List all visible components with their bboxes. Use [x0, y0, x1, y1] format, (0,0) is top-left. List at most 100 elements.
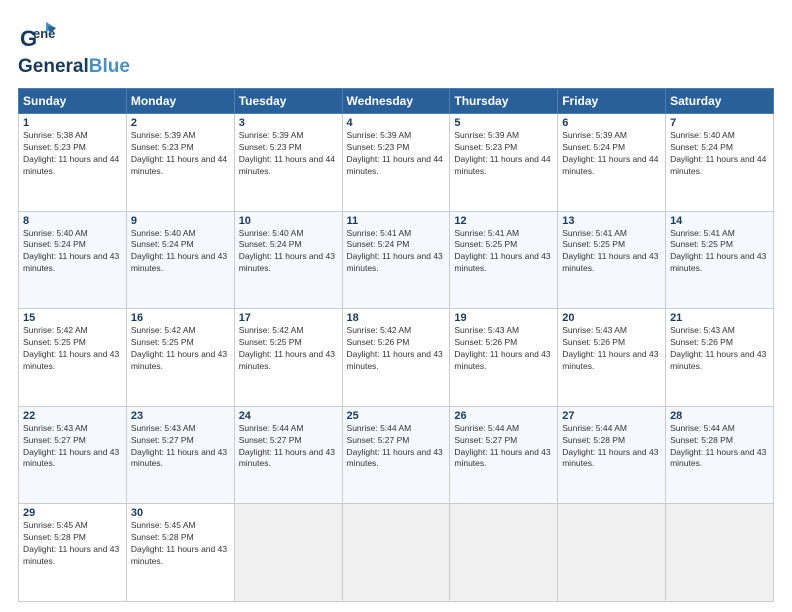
calendar-cell: 24 Sunrise: 5:44 AM Sunset: 5:27 PM Dayl… — [234, 406, 342, 504]
day-number: 20 — [562, 312, 661, 324]
calendar-week-3: 15 Sunrise: 5:42 AM Sunset: 5:25 PM Dayl… — [19, 309, 774, 407]
daylight-label: Daylight: 11 hours and 43 minutes. — [562, 447, 658, 469]
sunset-label: Sunset: 5:26 PM — [454, 337, 517, 347]
sunset-label: Sunset: 5:28 PM — [670, 435, 733, 445]
sunrise-label: Sunrise: 5:42 AM — [131, 325, 196, 335]
daylight-label: Daylight: 11 hours and 43 minutes. — [347, 447, 443, 469]
calendar-cell: 19 Sunrise: 5:43 AM Sunset: 5:26 PM Dayl… — [450, 309, 558, 407]
calendar-cell: 16 Sunrise: 5:42 AM Sunset: 5:25 PM Dayl… — [126, 309, 234, 407]
daylight-label: Daylight: 11 hours and 43 minutes. — [454, 447, 550, 469]
sunset-label: Sunset: 5:26 PM — [347, 337, 410, 347]
calendar-cell: 27 Sunrise: 5:44 AM Sunset: 5:28 PM Dayl… — [558, 406, 666, 504]
col-header-thursday: Thursday — [450, 89, 558, 114]
day-number: 7 — [670, 117, 769, 129]
day-info: Sunrise: 5:44 AM Sunset: 5:28 PM Dayligh… — [562, 423, 661, 471]
sunset-label: Sunset: 5:28 PM — [562, 435, 625, 445]
sunrise-label: Sunrise: 5:42 AM — [23, 325, 88, 335]
col-header-monday: Monday — [126, 89, 234, 114]
day-info: Sunrise: 5:43 AM Sunset: 5:27 PM Dayligh… — [23, 423, 122, 471]
daylight-label: Daylight: 11 hours and 43 minutes. — [239, 349, 335, 371]
sunrise-label: Sunrise: 5:44 AM — [670, 423, 735, 433]
calendar-cell — [450, 504, 558, 602]
sunset-label: Sunset: 5:23 PM — [239, 142, 302, 152]
day-info: Sunrise: 5:43 AM Sunset: 5:26 PM Dayligh… — [562, 325, 661, 373]
calendar-cell: 9 Sunrise: 5:40 AM Sunset: 5:24 PM Dayli… — [126, 211, 234, 309]
day-info: Sunrise: 5:39 AM Sunset: 5:23 PM Dayligh… — [131, 130, 230, 178]
day-info: Sunrise: 5:41 AM Sunset: 5:25 PM Dayligh… — [562, 228, 661, 276]
sunrise-label: Sunrise: 5:44 AM — [454, 423, 519, 433]
sunset-label: Sunset: 5:25 PM — [670, 239, 733, 249]
col-header-friday: Friday — [558, 89, 666, 114]
sunrise-label: Sunrise: 5:44 AM — [562, 423, 627, 433]
calendar-week-4: 22 Sunrise: 5:43 AM Sunset: 5:27 PM Dayl… — [19, 406, 774, 504]
daylight-label: Daylight: 11 hours and 43 minutes. — [239, 251, 335, 273]
day-number: 5 — [454, 117, 553, 129]
sunset-label: Sunset: 5:24 PM — [347, 239, 410, 249]
sunset-label: Sunset: 5:23 PM — [347, 142, 410, 152]
day-info: Sunrise: 5:39 AM Sunset: 5:23 PM Dayligh… — [454, 130, 553, 178]
sunset-label: Sunset: 5:25 PM — [562, 239, 625, 249]
sunrise-label: Sunrise: 5:42 AM — [239, 325, 304, 335]
day-number: 12 — [454, 215, 553, 227]
calendar-cell: 12 Sunrise: 5:41 AM Sunset: 5:25 PM Dayl… — [450, 211, 558, 309]
sunrise-label: Sunrise: 5:43 AM — [562, 325, 627, 335]
logo-blue: Blue — [89, 56, 130, 78]
daylight-label: Daylight: 11 hours and 43 minutes. — [347, 349, 443, 371]
sunset-label: Sunset: 5:27 PM — [239, 435, 302, 445]
day-number: 14 — [670, 215, 769, 227]
sunrise-label: Sunrise: 5:41 AM — [347, 228, 412, 238]
day-info: Sunrise: 5:43 AM Sunset: 5:26 PM Dayligh… — [670, 325, 769, 373]
daylight-label: Daylight: 11 hours and 43 minutes. — [454, 349, 550, 371]
calendar-cell: 26 Sunrise: 5:44 AM Sunset: 5:27 PM Dayl… — [450, 406, 558, 504]
calendar-cell: 21 Sunrise: 5:43 AM Sunset: 5:26 PM Dayl… — [666, 309, 774, 407]
day-number: 3 — [239, 117, 338, 129]
calendar-cell: 30 Sunrise: 5:45 AM Sunset: 5:28 PM Dayl… — [126, 504, 234, 602]
calendar-cell: 14 Sunrise: 5:41 AM Sunset: 5:25 PM Dayl… — [666, 211, 774, 309]
day-number: 17 — [239, 312, 338, 324]
col-header-sunday: Sunday — [19, 89, 127, 114]
day-number: 27 — [562, 410, 661, 422]
day-info: Sunrise: 5:39 AM Sunset: 5:24 PM Dayligh… — [562, 130, 661, 178]
calendar-cell: 7 Sunrise: 5:40 AM Sunset: 5:24 PM Dayli… — [666, 114, 774, 212]
sunrise-label: Sunrise: 5:38 AM — [23, 130, 88, 140]
header: G eneral General Blue — [18, 18, 774, 78]
day-info: Sunrise: 5:42 AM Sunset: 5:25 PM Dayligh… — [239, 325, 338, 373]
calendar-cell: 4 Sunrise: 5:39 AM Sunset: 5:23 PM Dayli… — [342, 114, 450, 212]
sunset-label: Sunset: 5:24 PM — [670, 142, 733, 152]
daylight-label: Daylight: 11 hours and 43 minutes. — [131, 251, 227, 273]
sunrise-label: Sunrise: 5:42 AM — [347, 325, 412, 335]
sunset-label: Sunset: 5:25 PM — [454, 239, 517, 249]
day-info: Sunrise: 5:40 AM Sunset: 5:24 PM Dayligh… — [670, 130, 769, 178]
calendar-table: SundayMondayTuesdayWednesdayThursdayFrid… — [18, 88, 774, 602]
day-number: 9 — [131, 215, 230, 227]
daylight-label: Daylight: 11 hours and 43 minutes. — [347, 251, 443, 273]
sunrise-label: Sunrise: 5:43 AM — [23, 423, 88, 433]
day-info: Sunrise: 5:45 AM Sunset: 5:28 PM Dayligh… — [131, 520, 230, 568]
sunrise-label: Sunrise: 5:45 AM — [131, 520, 196, 530]
day-info: Sunrise: 5:42 AM Sunset: 5:25 PM Dayligh… — [23, 325, 122, 373]
calendar-week-1: 1 Sunrise: 5:38 AM Sunset: 5:23 PM Dayli… — [19, 114, 774, 212]
sunset-label: Sunset: 5:26 PM — [562, 337, 625, 347]
day-number: 22 — [23, 410, 122, 422]
sunset-label: Sunset: 5:27 PM — [347, 435, 410, 445]
daylight-label: Daylight: 11 hours and 44 minutes. — [23, 154, 119, 176]
day-info: Sunrise: 5:38 AM Sunset: 5:23 PM Dayligh… — [23, 130, 122, 178]
daylight-label: Daylight: 11 hours and 44 minutes. — [454, 154, 550, 176]
logo-general: General — [18, 56, 89, 78]
day-number: 29 — [23, 507, 122, 519]
sunrise-label: Sunrise: 5:43 AM — [670, 325, 735, 335]
daylight-label: Daylight: 11 hours and 44 minutes. — [562, 154, 658, 176]
daylight-label: Daylight: 11 hours and 43 minutes. — [131, 349, 227, 371]
daylight-label: Daylight: 11 hours and 44 minutes. — [670, 154, 766, 176]
day-number: 15 — [23, 312, 122, 324]
daylight-label: Daylight: 11 hours and 43 minutes. — [454, 251, 550, 273]
sunset-label: Sunset: 5:25 PM — [23, 337, 86, 347]
daylight-label: Daylight: 11 hours and 43 minutes. — [23, 251, 119, 273]
sunrise-label: Sunrise: 5:44 AM — [347, 423, 412, 433]
daylight-label: Daylight: 11 hours and 43 minutes. — [23, 544, 119, 566]
calendar-cell: 8 Sunrise: 5:40 AM Sunset: 5:24 PM Dayli… — [19, 211, 127, 309]
sunset-label: Sunset: 5:24 PM — [131, 239, 194, 249]
sunset-label: Sunset: 5:28 PM — [23, 532, 86, 542]
calendar-cell: 13 Sunrise: 5:41 AM Sunset: 5:25 PM Dayl… — [558, 211, 666, 309]
sunset-label: Sunset: 5:25 PM — [239, 337, 302, 347]
